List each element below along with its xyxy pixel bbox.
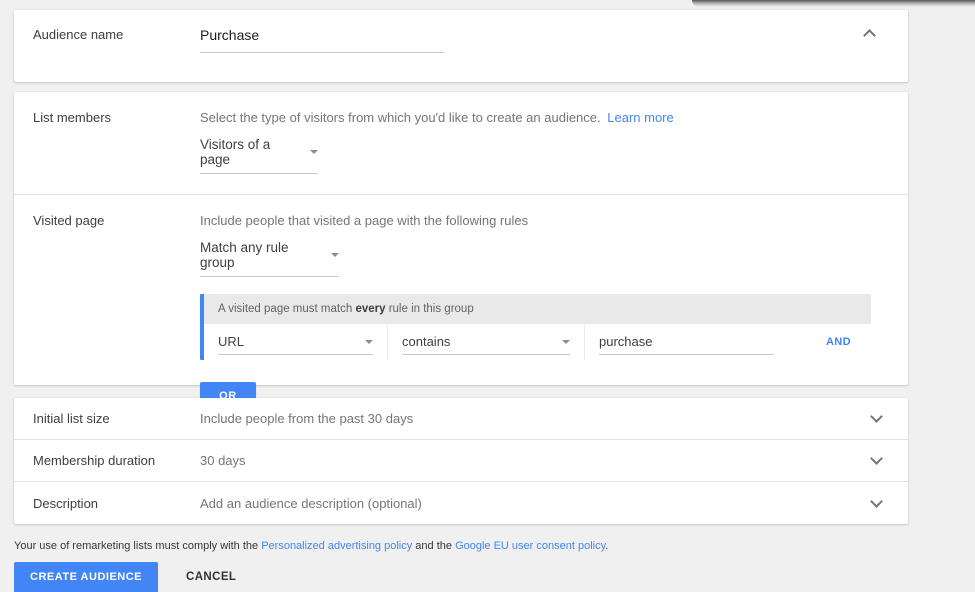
cancel-button[interactable]: CANCEL	[174, 562, 248, 592]
dropdown-arrow-icon	[310, 150, 318, 154]
top-overlay-shadow	[692, 0, 975, 7]
collapsed-settings-panel: Initial list size Include people from th…	[14, 398, 908, 524]
rule-operator-select[interactable]: contains	[388, 324, 585, 360]
description-value: Add an audience description (optional)	[200, 496, 908, 511]
collapse-panel-button[interactable]	[857, 21, 881, 45]
dropdown-arrow-icon	[365, 340, 373, 344]
initial-list-size-value: Include people from the past 30 days	[200, 411, 908, 426]
learn-more-link[interactable]: Learn more	[607, 110, 673, 125]
and-rule-button[interactable]: AND	[826, 336, 851, 348]
membership-duration-label: Membership duration	[14, 453, 200, 468]
audience-name-panel: Audience name Purchase	[14, 10, 908, 82]
personalized-advertising-policy-link[interactable]: Personalized advertising policy	[261, 540, 412, 552]
dropdown-arrow-icon	[331, 253, 339, 257]
description-label: Description	[14, 496, 200, 511]
eu-consent-policy-link[interactable]: Google EU user consent policy	[455, 540, 605, 552]
visited-page-helper: Include people that visited a page with …	[200, 213, 908, 228]
rule-field-value: URL	[218, 334, 244, 349]
visitor-type-value: Visitors of a page	[200, 137, 298, 167]
audience-name-value: Purchase	[200, 27, 259, 43]
rule-group-header-bold: every	[355, 303, 385, 315]
form-actions: CREATE AUDIENCE CANCEL	[14, 562, 248, 592]
initial-list-size-label: Initial list size	[14, 411, 200, 426]
chevron-down-icon	[870, 495, 883, 508]
description-row[interactable]: Description Add an audience description …	[14, 482, 908, 524]
rule-group: A visited page must match every rule in …	[200, 294, 871, 360]
audience-name-label: Audience name	[14, 27, 200, 82]
create-audience-form: Audience name Purchase List members Sele…	[0, 0, 975, 590]
dropdown-arrow-icon	[562, 340, 570, 344]
match-type-value: Match any rule group	[200, 240, 319, 270]
chevron-down-icon	[870, 452, 883, 465]
create-audience-button[interactable]: CREATE AUDIENCE	[14, 562, 158, 592]
visited-page-label: Visited page	[14, 213, 200, 410]
list-members-label: List members	[14, 110, 200, 174]
visited-page-section: Visited page Include people that visited…	[14, 195, 908, 410]
list-members-helper: Select the type of visitors from which y…	[200, 110, 908, 125]
list-members-section: List members Select the type of visitors…	[14, 92, 908, 195]
rule-field-select[interactable]: URL	[204, 324, 388, 360]
visitor-type-select[interactable]: Visitors of a page	[200, 137, 908, 174]
membership-duration-row[interactable]: Membership duration 30 days	[14, 440, 908, 482]
initial-list-size-row[interactable]: Initial list size Include people from th…	[14, 398, 908, 440]
match-type-select[interactable]: Match any rule group	[200, 240, 908, 277]
chevron-up-icon	[863, 29, 876, 42]
rule-value-text: purchase	[599, 334, 652, 349]
policy-disclaimer: Your use of remarketing lists must compl…	[14, 540, 608, 552]
membership-duration-value: 30 days	[200, 453, 908, 468]
rule-group-header: A visited page must match every rule in …	[204, 294, 871, 324]
rule-row: URL contains purchase	[204, 324, 871, 360]
rule-value-input[interactable]: purchase	[585, 324, 789, 360]
chevron-down-icon	[870, 410, 883, 423]
audience-name-input[interactable]: Purchase	[200, 27, 444, 53]
list-definition-panel: List members Select the type of visitors…	[14, 92, 908, 385]
rule-operator-value: contains	[402, 334, 450, 349]
